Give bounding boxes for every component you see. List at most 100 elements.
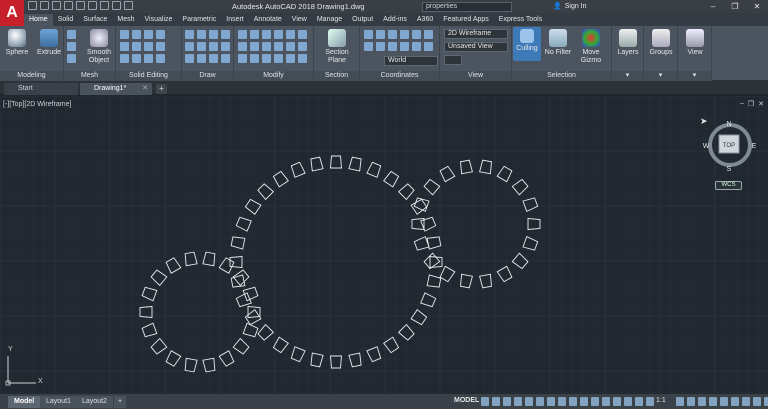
gear-tooth[interactable] (330, 355, 342, 369)
fillet-edge-icon[interactable] (120, 54, 129, 63)
ucs-icon[interactable] (364, 30, 373, 39)
gear-tooth[interactable] (235, 216, 252, 232)
interfere-icon[interactable] (156, 30, 165, 39)
line-icon[interactable] (185, 30, 194, 39)
slice-icon[interactable] (120, 42, 129, 51)
clean-screen-icon[interactable] (753, 397, 761, 406)
smooth-object-button[interactable]: Smooth Object (84, 29, 114, 65)
gear-tooth[interactable] (522, 197, 539, 213)
move-icon[interactable] (238, 30, 247, 39)
osnap-toggle-icon[interactable] (547, 397, 555, 406)
object-snap-tracking-icon[interactable] (536, 397, 544, 406)
spline-icon[interactable] (221, 42, 230, 51)
ribbon-tab-parametric[interactable]: Parametric (177, 14, 221, 26)
ribbon-tab-view[interactable]: View (287, 14, 312, 26)
ucs-world-icon[interactable] (364, 42, 373, 51)
save-as-icon[interactable] (64, 1, 73, 10)
gear-tooth[interactable] (310, 156, 324, 172)
viewport-close-icon[interactable]: ✕ (758, 100, 764, 108)
rectangle-icon[interactable] (185, 42, 194, 51)
gear-tooth[interactable] (423, 178, 441, 196)
new-tab-button[interactable]: + (156, 84, 167, 94)
ucs-z-icon[interactable] (400, 30, 409, 39)
gear-tooth[interactable] (165, 350, 182, 367)
helix-icon[interactable] (221, 54, 230, 63)
stretch-icon[interactable] (238, 42, 247, 51)
visual-style-dropdown[interactable]: 2D Wireframe (444, 29, 508, 39)
selection-filter-icon[interactable] (613, 397, 621, 406)
viewport-minimize-icon[interactable]: – (740, 100, 744, 108)
add-layout-button[interactable]: + (114, 396, 127, 408)
3d-osnap-icon[interactable] (591, 397, 599, 406)
gear-tooth[interactable] (218, 257, 235, 274)
subtract-icon[interactable] (132, 30, 141, 39)
ribbon-tab-express-tools[interactable]: Express Tools (494, 14, 547, 26)
join-icon[interactable] (250, 54, 259, 63)
gear-tooth[interactable] (383, 170, 400, 188)
erase-icon[interactable] (274, 30, 283, 39)
gear-tooth[interactable] (410, 198, 428, 215)
shell-icon[interactable] (144, 54, 153, 63)
panel-label-draw[interactable]: Draw (182, 71, 233, 81)
gear-tooth[interactable] (496, 265, 513, 283)
polyline-icon[interactable] (197, 30, 206, 39)
undo-icon[interactable] (100, 1, 109, 10)
file-tab-start[interactable]: Start (4, 83, 78, 95)
restore-icon[interactable]: ❐ (724, 0, 746, 13)
panel-label-coordinates[interactable]: Coordinates (360, 71, 439, 81)
ucs-3point-icon[interactable] (412, 42, 421, 51)
gear-tooth[interactable] (348, 156, 362, 172)
panel-label-view[interactable]: View (440, 71, 511, 81)
units-icon[interactable] (698, 397, 706, 406)
extend-icon[interactable] (286, 54, 295, 63)
thicken-icon[interactable] (132, 42, 141, 51)
gear-tooth[interactable] (397, 183, 415, 201)
gear-tooth[interactable] (522, 235, 539, 251)
view-expand[interactable]: ▾ (678, 71, 711, 81)
file-tab-drawing1[interactable]: Drawing1* ✕ (80, 83, 152, 95)
panel-label-modeling[interactable]: Modeling (0, 71, 63, 81)
saved-view-dropdown[interactable]: Unsaved View (444, 42, 508, 52)
web-mobile-icon[interactable] (76, 1, 85, 10)
panel-label-mesh[interactable]: Mesh (64, 71, 115, 81)
circle-icon[interactable] (209, 30, 218, 39)
ribbon-tab-mesh[interactable]: Mesh (112, 14, 139, 26)
lengthen-icon[interactable] (298, 54, 307, 63)
ribbon-tab-solid[interactable]: Solid (53, 14, 79, 26)
section-plane-button[interactable]: Section Plane (322, 29, 352, 65)
gear-tooth[interactable] (150, 337, 168, 355)
mesh-smooth-icon[interactable] (67, 42, 76, 51)
move-gizmo-button[interactable]: Move Gizmo (576, 29, 606, 65)
layout-tab-model[interactable]: Model (8, 396, 41, 408)
mirror-icon[interactable] (298, 30, 307, 39)
lineweight-icon[interactable] (558, 397, 566, 406)
transparency-icon[interactable] (569, 397, 577, 406)
chamfer-edge-icon[interactable] (132, 54, 141, 63)
array-icon[interactable] (262, 42, 271, 51)
align-icon[interactable] (238, 54, 247, 63)
share-icon[interactable] (124, 1, 133, 10)
ucs-origin-icon[interactable] (412, 30, 421, 39)
gear-tooth[interactable] (439, 165, 456, 183)
scale-icon[interactable] (250, 42, 259, 51)
extract-edges-icon[interactable] (156, 42, 165, 51)
ortho-toggle-icon[interactable] (503, 397, 511, 406)
panel-label-section[interactable]: Section (314, 71, 359, 81)
isolate-objects-icon[interactable] (731, 397, 739, 406)
ucs-zaxis-icon[interactable] (424, 42, 433, 51)
gear-tooth[interactable] (496, 165, 513, 183)
minimize-icon[interactable]: – (702, 0, 724, 13)
culling-button[interactable]: Culling (513, 27, 541, 61)
mesh-box-icon[interactable] (67, 30, 76, 39)
hatch-icon[interactable] (209, 42, 218, 51)
offset-icon[interactable] (274, 42, 283, 51)
panel-label-solid-editing[interactable]: Solid Editing (116, 71, 181, 81)
workspace-gear-icon[interactable] (676, 397, 684, 406)
ribbon-tab-insert[interactable]: Insert (221, 14, 249, 26)
ellipse-icon[interactable] (197, 42, 206, 51)
redo-icon[interactable] (112, 1, 121, 10)
gear-tooth[interactable] (420, 292, 437, 308)
search-input[interactable]: properties (422, 2, 512, 12)
model-space-toggle[interactable]: MODEL (454, 397, 479, 404)
gear-tooth[interactable] (232, 337, 250, 355)
